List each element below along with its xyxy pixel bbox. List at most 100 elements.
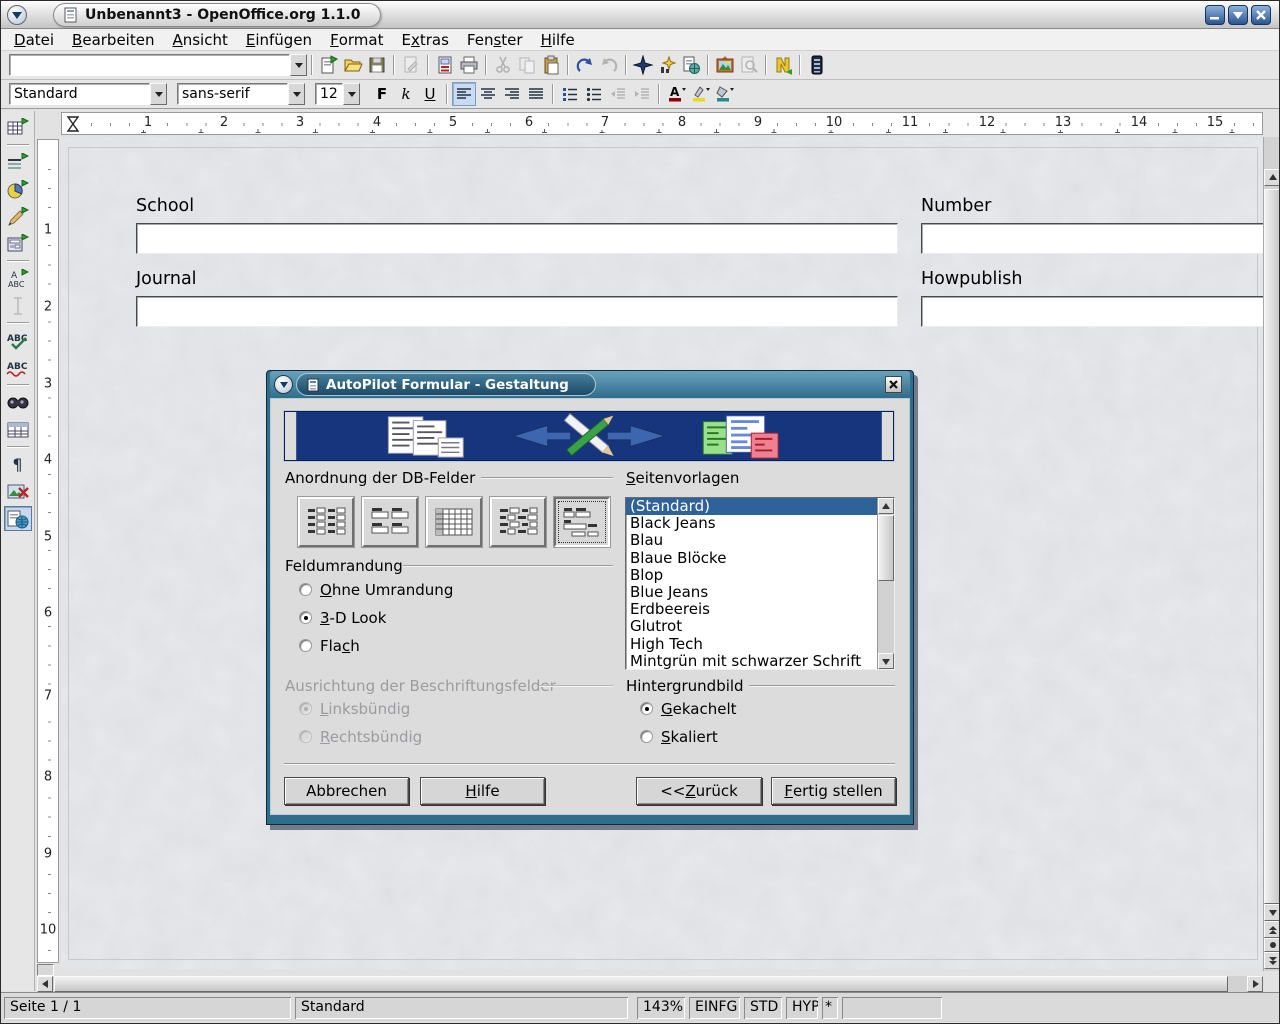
radio-scaled[interactable] xyxy=(640,730,653,743)
font-color-icon[interactable]: A xyxy=(664,82,688,106)
list-item[interactable]: High Tech xyxy=(626,636,894,653)
finish-button[interactable]: Fertig stellen xyxy=(771,777,896,805)
radio-no-border[interactable] xyxy=(299,583,312,596)
style-dropdown-button[interactable] xyxy=(150,83,167,105)
paragraph-style-value[interactable]: Standard xyxy=(9,83,150,105)
list-item[interactable]: Erdbeereis xyxy=(626,601,894,618)
dialog-menu-button[interactable] xyxy=(274,375,293,394)
document-email-icon[interactable] xyxy=(433,53,457,77)
scroll-down-button[interactable] xyxy=(1264,904,1280,921)
align-right-icon[interactable] xyxy=(500,82,524,106)
status-page-style[interactable]: Standard xyxy=(295,997,628,1019)
radio-tiled-label[interactable]: Gekachelt xyxy=(661,700,737,718)
font-dropdown-button[interactable] xyxy=(288,83,305,105)
journal-field-input[interactable] xyxy=(136,296,898,327)
status-hyperlink-mode[interactable]: HYP xyxy=(786,997,818,1019)
menu-extras[interactable]: Extras xyxy=(392,29,457,51)
autospellcheck-icon[interactable]: ABC xyxy=(4,355,32,380)
hyperlink-icon[interactable] xyxy=(679,53,703,77)
radio-flat-label[interactable]: Flach xyxy=(320,637,360,655)
spellcheck-icon[interactable]: ABC xyxy=(4,328,32,353)
graphics-onoff-icon[interactable] xyxy=(4,479,32,504)
scroll-thumb[interactable] xyxy=(54,976,1228,992)
scroll-right-button[interactable] xyxy=(1247,976,1263,992)
online-layout-icon[interactable] xyxy=(4,506,32,531)
menu-bearbeiten[interactable]: Bearbeiten xyxy=(63,29,163,51)
edit-file-icon[interactable] xyxy=(399,53,423,77)
radio-flat[interactable] xyxy=(299,639,312,652)
status-selection-mode[interactable]: STD xyxy=(744,997,782,1019)
status-zoom[interactable]: 143% xyxy=(637,997,685,1019)
menu-einfuegen[interactable]: Einfügen xyxy=(237,29,321,51)
list-item[interactable]: Blop xyxy=(626,567,894,584)
autotext-icon[interactable]: AABC xyxy=(4,266,32,291)
maximize-button[interactable] xyxy=(1228,5,1248,25)
document-canvas[interactable]: School Number Journal Howpublish AutoPil… xyxy=(61,137,1263,969)
menu-format[interactable]: Format xyxy=(321,29,392,51)
list-item[interactable]: Blaue Blöcke xyxy=(626,550,894,567)
decrease-indent-icon[interactable] xyxy=(606,82,630,106)
help-button[interactable]: Hilfe xyxy=(420,777,545,805)
scroll-down-button[interactable] xyxy=(878,653,894,669)
direct-cursor-icon[interactable] xyxy=(4,293,32,318)
underline-icon[interactable]: U xyxy=(418,82,442,106)
insert-fields-icon[interactable] xyxy=(4,150,32,175)
arrangement-rows-labels-left-button[interactable] xyxy=(490,497,546,547)
bold-icon[interactable]: F xyxy=(370,82,394,106)
navigation-button[interactable] xyxy=(1264,938,1280,952)
zoom-icon[interactable] xyxy=(737,53,761,77)
dialog-titlebar[interactable]: AutoPilot Formular - Gestaltung xyxy=(270,371,910,398)
paragraph-background-icon[interactable] xyxy=(712,82,736,106)
list-item[interactable]: Glutrot xyxy=(626,618,894,635)
vertical-scrollbar[interactable] xyxy=(1263,137,1280,971)
close-button[interactable] xyxy=(1251,5,1271,25)
horizontal-scrollbar[interactable] xyxy=(37,976,1263,992)
font-name-value[interactable]: sans-serif xyxy=(177,83,288,105)
scroll-up-button[interactable] xyxy=(878,498,894,514)
arrangement-columns-labels-left-button[interactable] xyxy=(298,497,354,547)
number-field-input[interactable] xyxy=(921,223,1263,254)
open-icon[interactable] xyxy=(341,53,365,77)
radio-3d-look[interactable] xyxy=(299,611,312,624)
find-replace-icon[interactable] xyxy=(4,390,32,415)
redo-icon[interactable] xyxy=(597,53,621,77)
arrangement-as-table-button[interactable] xyxy=(426,497,482,547)
align-center-icon[interactable] xyxy=(476,82,500,106)
arrangement-columns-labels-top-button[interactable] xyxy=(362,497,418,547)
size-dropdown-button[interactable] xyxy=(343,83,360,105)
list-item[interactable]: Black Jeans xyxy=(626,515,894,532)
numbering-icon[interactable] xyxy=(558,82,582,106)
status-insert-mode[interactable]: EINFG xyxy=(689,997,740,1019)
page-styles-listbox[interactable]: (Standard) Black Jeans Blau Blaue Blöcke… xyxy=(625,497,895,670)
url-input[interactable] xyxy=(9,54,290,76)
menu-datei[interactable]: Datei xyxy=(5,29,63,51)
italic-icon[interactable]: k xyxy=(394,82,418,106)
school-field-input[interactable] xyxy=(136,223,898,254)
undo-icon[interactable] xyxy=(573,53,597,77)
radio-tiled[interactable] xyxy=(640,702,653,715)
cut-icon[interactable] xyxy=(491,53,515,77)
menu-ansicht[interactable]: Ansicht xyxy=(163,29,236,51)
copy-icon[interactable] xyxy=(515,53,539,77)
insert-icon[interactable] xyxy=(4,115,32,140)
radio-scaled-label[interactable]: Skaliert xyxy=(661,728,718,746)
font-size-value[interactable]: 12 xyxy=(315,83,343,105)
tab-selector-icon[interactable] xyxy=(64,115,82,133)
menu-hilfe[interactable]: Hilfe xyxy=(532,29,584,51)
previous-page-button[interactable] xyxy=(1264,921,1280,938)
save-icon[interactable] xyxy=(365,53,389,77)
cancel-button[interactable]: Abbrechen xyxy=(284,777,409,805)
back-button[interactable]: << Zurück xyxy=(636,777,762,805)
list-scrollbar[interactable] xyxy=(877,498,894,669)
data-sources-icon[interactable] xyxy=(805,53,829,77)
window-menu-button[interactable] xyxy=(7,5,27,25)
stylist-icon[interactable] xyxy=(655,53,679,77)
data-sources-icon[interactable] xyxy=(4,417,32,442)
next-page-button[interactable] xyxy=(1264,952,1280,969)
paste-icon[interactable] xyxy=(539,53,563,77)
dialog-close-button[interactable] xyxy=(885,376,902,393)
new-document-icon[interactable] xyxy=(317,53,341,77)
horizontal-ruler[interactable]: 1 2 3 4 5 6 7 8 9 10 11 12 13 14 15 xyxy=(61,112,1263,135)
window-title-pill[interactable]: Unbenannt3 - OpenOffice.org 1.1.0 xyxy=(53,3,381,27)
navigator-icon[interactable] xyxy=(631,53,655,77)
